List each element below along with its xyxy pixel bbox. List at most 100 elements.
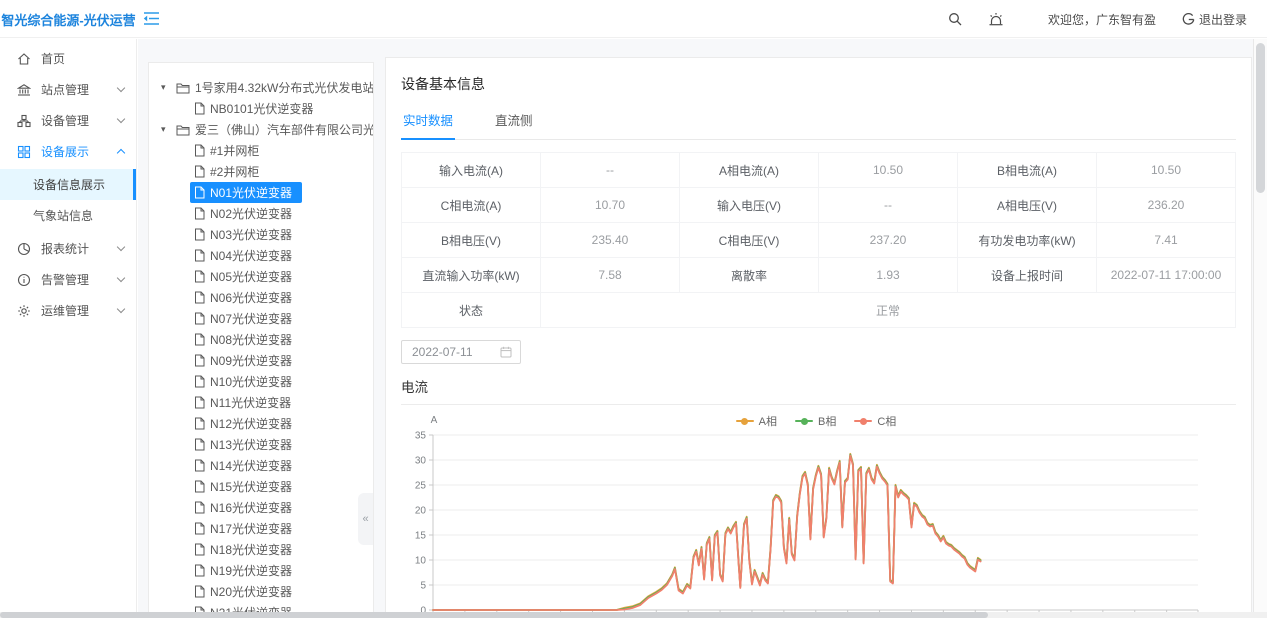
field-value: 7.41 xyxy=(1097,223,1236,258)
alarm-icon[interactable] xyxy=(988,12,1004,27)
tree-device-label: N13光伏逆变器 xyxy=(210,436,292,453)
tree-device[interactable]: N14光伏逆变器 xyxy=(149,455,373,476)
field-label: A相电压(V) xyxy=(958,188,1097,223)
panel-title: 设备基本信息 xyxy=(401,74,1236,94)
tree-device[interactable]: N13光伏逆变器 xyxy=(149,434,373,455)
tree-device[interactable]: N11光伏逆变器 xyxy=(149,392,373,413)
tree-device[interactable]: N05光伏逆变器 xyxy=(149,266,373,287)
tree-device-label: N10光伏逆变器 xyxy=(210,373,292,390)
sidebar-item-报表统计[interactable]: 报表统计 xyxy=(0,233,136,264)
tree-expand-caret[interactable]: ▾ xyxy=(161,124,176,135)
legend-item-A相[interactable]: A相 xyxy=(736,413,777,429)
tree-device[interactable]: N07光伏逆变器 xyxy=(149,308,373,329)
tree-device-label: N15光伏逆变器 xyxy=(210,478,292,495)
tree-device[interactable]: N21光伏逆变器 xyxy=(149,602,373,612)
sidebar-item-运维管理[interactable]: 运维管理 xyxy=(0,295,136,326)
tree-device[interactable]: N04光伏逆变器 xyxy=(149,245,373,266)
tree-device-label: N02光伏逆变器 xyxy=(210,205,292,222)
sidebar-subitem-设备信息展示[interactable]: 设备信息展示 xyxy=(0,169,136,200)
field-value: 正常 xyxy=(541,293,1236,328)
tree-device-label: N19光伏逆变器 xyxy=(210,562,292,579)
tree-device[interactable]: N02光伏逆变器 xyxy=(149,203,373,224)
legend-item-B相[interactable]: B相 xyxy=(795,413,836,429)
field-label: 有功发电功率(kW) xyxy=(958,223,1097,258)
tab-realtime-data[interactable]: 实时数据 xyxy=(401,106,455,140)
tree-device[interactable]: N03光伏逆变器 xyxy=(149,224,373,245)
tree-expand-caret[interactable]: ▾ xyxy=(161,82,176,93)
file-icon xyxy=(194,375,205,388)
table-row: C相电流(A)10.70输入电压(V)--A相电压(V)236.20 xyxy=(402,188,1236,223)
file-icon xyxy=(194,585,205,598)
search-icon[interactable] xyxy=(948,12,962,26)
legend-label: C相 xyxy=(877,413,896,429)
app-logo: 智光综合能源-光伏运营 xyxy=(0,0,137,38)
legend-item-C相[interactable]: C相 xyxy=(854,413,896,429)
file-icon xyxy=(194,102,205,115)
menu-fold-icon[interactable] xyxy=(143,11,160,31)
tree-device[interactable]: N08光伏逆变器 xyxy=(149,329,373,350)
file-icon xyxy=(194,417,205,430)
field-label: 离散率 xyxy=(680,258,819,293)
horizontal-scrollbar-thumb[interactable] xyxy=(0,612,988,618)
legend-marker xyxy=(736,417,754,425)
field-value: 10.50 xyxy=(1097,153,1236,188)
file-icon xyxy=(194,438,205,451)
legend-label: A相 xyxy=(759,413,777,429)
tree-device-label: N03光伏逆变器 xyxy=(210,226,292,243)
tree-device-label: N07光伏逆变器 xyxy=(210,310,292,327)
file-icon xyxy=(194,144,205,157)
sidebar-item-告警管理[interactable]: 告警管理 xyxy=(0,264,136,295)
tree-device[interactable]: N09光伏逆变器 xyxy=(149,350,373,371)
tree-device[interactable]: #1并网柜 xyxy=(149,140,373,161)
sidebar-subitem-气象站信息[interactable]: 气象站信息 xyxy=(0,200,136,231)
tree-collapse-handle[interactable]: « xyxy=(358,493,373,545)
tree-device[interactable]: N18光伏逆变器 xyxy=(149,539,373,560)
svg-text:20: 20 xyxy=(415,506,427,517)
field-value: 1.93 xyxy=(819,258,958,293)
file-icon xyxy=(194,228,205,241)
tree-device[interactable]: N19光伏逆变器 xyxy=(149,560,373,581)
header-actions: 欢迎您，广东智有盈 退出登录 xyxy=(948,0,1247,38)
logout-button[interactable]: 退出登录 xyxy=(1182,11,1247,28)
file-icon xyxy=(194,396,205,409)
chart-canvas: 05101520253035A00:0001:0002:0003:0004:00… xyxy=(401,405,1231,612)
tab-bar: 实时数据 直流侧 xyxy=(401,106,1236,140)
horizontal-scrollbar[interactable] xyxy=(0,612,1267,618)
tree-device[interactable]: N15光伏逆变器 xyxy=(149,476,373,497)
field-value: -- xyxy=(819,188,958,223)
tree-station[interactable]: ▾爱三（佛山）汽车部件有限公司光伏发 xyxy=(149,119,373,140)
tree-device-label: N21光伏逆变器 xyxy=(210,604,292,612)
tree-device-selected[interactable]: N01光伏逆变器 xyxy=(149,182,373,203)
tree-device[interactable]: NB0101光伏逆变器 xyxy=(149,98,373,119)
chart-section-title: 电流 xyxy=(401,376,1236,396)
chevron-up-icon xyxy=(117,149,125,157)
tree-device[interactable]: #2并网柜 xyxy=(149,161,373,182)
sidebar-item-设备展示[interactable]: 设备展示 xyxy=(0,136,136,167)
sidebar-item-首页[interactable]: 首页 xyxy=(0,43,136,74)
tree-device[interactable]: N20光伏逆变器 xyxy=(149,581,373,602)
tree-device[interactable]: N17光伏逆变器 xyxy=(149,518,373,539)
sidebar-item-label: 首页 xyxy=(41,50,124,67)
tree-device[interactable]: N12光伏逆变器 xyxy=(149,413,373,434)
chevron-down-icon xyxy=(117,305,125,313)
tree-device-label: N09光伏逆变器 xyxy=(210,352,292,369)
sidebar-item-设备管理[interactable]: 设备管理 xyxy=(0,105,136,136)
bank-icon xyxy=(17,82,32,97)
gear-icon xyxy=(17,303,32,318)
field-value: 236.20 xyxy=(1097,188,1236,223)
tree-device[interactable]: N10光伏逆变器 xyxy=(149,371,373,392)
tree-device[interactable]: N06光伏逆变器 xyxy=(149,287,373,308)
tree-device[interactable]: N16光伏逆变器 xyxy=(149,497,373,518)
device-info-table: 输入电流(A)--A相电流(A)10.50B相电流(A)10.50C相电流(A)… xyxy=(401,152,1236,328)
tree-device-label: N12光伏逆变器 xyxy=(210,415,292,432)
tree-device-label: #1并网柜 xyxy=(210,142,259,159)
svg-text:10: 10 xyxy=(415,556,427,567)
tab-dc-side[interactable]: 直流侧 xyxy=(493,106,535,139)
vertical-scrollbar[interactable] xyxy=(1253,39,1267,612)
field-label: 设备上报时间 xyxy=(958,258,1097,293)
date-input[interactable] xyxy=(412,345,500,359)
date-picker[interactable] xyxy=(401,340,521,364)
sidebar-item-站点管理[interactable]: 站点管理 xyxy=(0,74,136,105)
vertical-scrollbar-thumb[interactable] xyxy=(1256,43,1265,193)
tree-station[interactable]: ▾1号家用4.32kW分布式光伏发电站 xyxy=(149,77,373,98)
